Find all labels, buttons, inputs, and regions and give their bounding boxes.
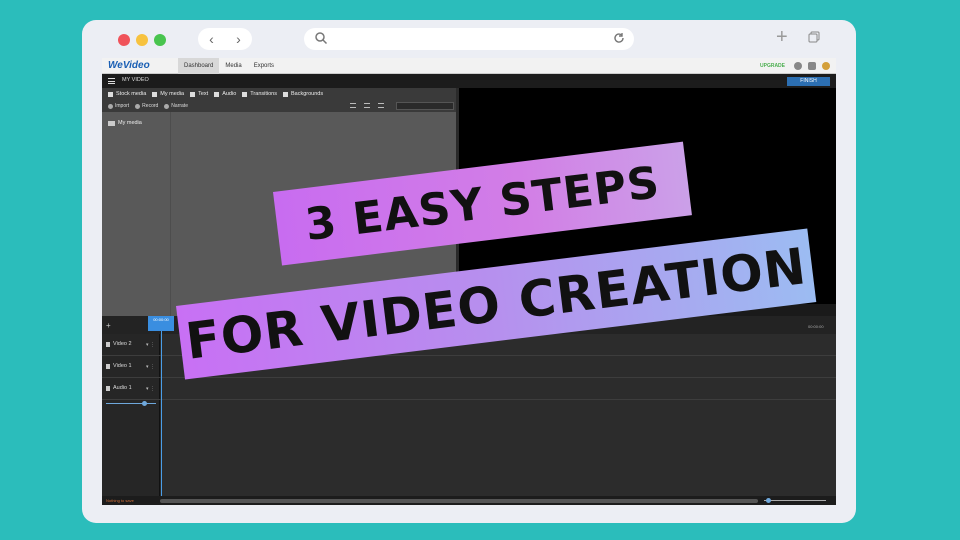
audio-track-icon (106, 385, 110, 391)
menu-icon[interactable] (108, 78, 115, 84)
star-icon (108, 91, 113, 97)
import-button[interactable]: Import (108, 103, 129, 109)
view-options (350, 103, 384, 108)
video-preview[interactable] (459, 88, 836, 316)
tab-stock-media[interactable]: Stock media (108, 91, 146, 97)
my-media-folder[interactable]: My media (108, 120, 142, 126)
record-button[interactable]: Record (135, 103, 158, 109)
timeline-panel: + 00:00:00 Video 2 ▾ ⋮ Video 1 ▾ ⋮ Audio… (102, 316, 836, 496)
track-menu-icon[interactable]: ▾ ⋮ (146, 364, 155, 370)
text-icon (190, 91, 196, 97)
list-view-icon[interactable] (350, 103, 356, 108)
timeline-scrollbar[interactable] (160, 499, 758, 503)
tab-exports[interactable]: Exports (248, 58, 280, 74)
upgrade-link[interactable]: UPGRADE (760, 63, 785, 69)
track-label: Video 2 (106, 341, 132, 347)
panel-divider (170, 112, 171, 316)
playhead-handle[interactable]: 00:00:00 (148, 316, 174, 331)
browser-window: ‹ › + WeVideo Dashboard Media Exports UP… (82, 20, 856, 523)
status-message: Nothing to save (106, 498, 134, 503)
tab-label: My media (160, 91, 185, 97)
tab-label: Text (198, 91, 209, 97)
tab-backgrounds[interactable]: Backgrounds (282, 91, 324, 97)
minimize-window-dot[interactable] (136, 34, 148, 46)
track-audio-1[interactable]: Audio 1 ▾ ⋮ (102, 378, 836, 400)
track-label: Audio 1 (106, 385, 132, 391)
transitions-icon (242, 91, 248, 97)
preview-controls (459, 304, 836, 316)
tab-label: Transitions (250, 91, 277, 97)
zoom-slider[interactable] (764, 500, 826, 501)
zoom-knob[interactable] (766, 498, 771, 503)
record-icon (135, 103, 141, 109)
bell-icon[interactable] (808, 62, 816, 70)
help-icon[interactable] (794, 62, 802, 70)
brand-logo[interactable]: WeVideo (108, 60, 178, 71)
cloud-icon (108, 103, 113, 109)
folder-icon (152, 91, 158, 97)
project-title[interactable]: MY VIDEO (122, 77, 149, 83)
backgrounds-icon (282, 91, 288, 97)
media-tabs: Stock media My media Text Audio Transiti… (102, 88, 456, 100)
narrate-label: Narrate (171, 103, 188, 109)
reload-icon[interactable] (612, 31, 626, 45)
address-bar[interactable] (304, 28, 634, 50)
track-video-2[interactable]: Video 2 ▾ ⋮ (102, 334, 836, 356)
tab-dashboard[interactable]: Dashboard (178, 58, 220, 74)
add-track-icon[interactable]: + (106, 321, 111, 330)
tab-text[interactable]: Text (190, 91, 208, 97)
avatar[interactable] (822, 62, 830, 70)
back-icon[interactable]: ‹ (198, 28, 225, 50)
playhead-line[interactable] (161, 316, 162, 496)
filter-icon[interactable] (364, 103, 370, 108)
tab-audio[interactable]: Audio (214, 91, 236, 97)
nav-buttons: ‹ › (198, 28, 252, 50)
forward-icon[interactable]: › (225, 28, 252, 50)
tab-media[interactable]: Media (219, 58, 247, 74)
app-top-bar: WeVideo Dashboard Media Exports UPGRADE (102, 58, 836, 74)
timeline-ruler[interactable]: + 00:00:00 (102, 316, 836, 334)
volume-knob[interactable] (142, 401, 147, 406)
folder-label: My media (118, 120, 142, 126)
microphone-icon (164, 103, 170, 109)
track-menu-icon[interactable]: ▾ ⋮ (146, 386, 155, 392)
folder-icon (108, 120, 115, 126)
track-label: Video 1 (106, 363, 132, 369)
import-label: Import (115, 103, 130, 109)
tab-label: Audio (222, 91, 237, 97)
narrate-button[interactable]: Narrate (164, 103, 188, 109)
volume-slider[interactable] (106, 403, 156, 404)
record-label: Record (142, 103, 159, 109)
track-menu-icon[interactable]: ▾ ⋮ (146, 342, 155, 348)
project-bar: MY VIDEO FINISH (102, 74, 836, 88)
tab-transitions[interactable]: Transitions (242, 91, 277, 97)
track-name: Video 1 (113, 363, 132, 369)
audio-icon (214, 91, 220, 97)
ruler-end-time: 00:00:00 (808, 324, 824, 329)
new-tab-icon[interactable]: + (776, 27, 788, 47)
playhead-time: 00:00:00 (153, 317, 169, 322)
video-track-icon (106, 341, 110, 347)
track-video-1[interactable]: Video 1 ▾ ⋮ (102, 356, 836, 378)
tab-label: Backgrounds (290, 91, 324, 97)
video-track-icon (106, 363, 110, 369)
tab-label: Stock media (116, 91, 147, 97)
status-bar: Nothing to save (102, 496, 836, 505)
track-name: Audio 1 (113, 385, 132, 391)
maximize-window-dot[interactable] (154, 34, 166, 46)
media-search-input[interactable] (396, 102, 454, 110)
search-icon (315, 32, 328, 45)
tabs-overview-icon[interactable] (808, 31, 820, 43)
finish-button[interactable]: FINISH (787, 77, 830, 86)
close-window-dot[interactable] (118, 34, 130, 46)
video-editor-app: WeVideo Dashboard Media Exports UPGRADE … (102, 58, 836, 505)
track-name: Video 2 (113, 341, 132, 347)
media-panel: Stock media My media Text Audio Transiti… (102, 88, 456, 316)
tab-my-media[interactable]: My media (152, 91, 184, 97)
sort-icon[interactable] (378, 103, 384, 108)
